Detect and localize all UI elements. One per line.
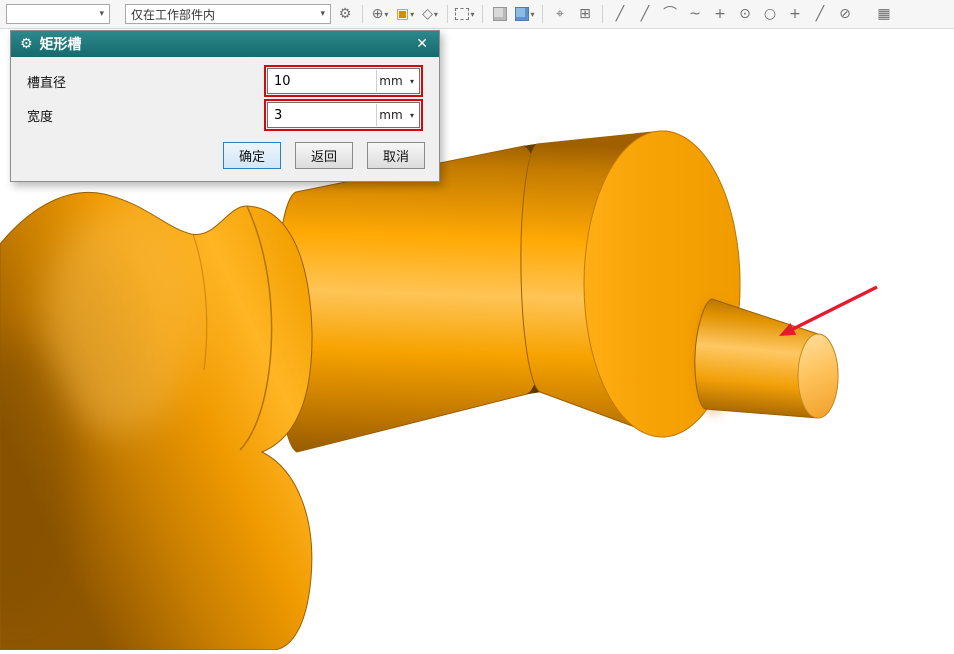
width-row: 宽度 mm ▾ — [17, 98, 433, 132]
annotation-arrow — [779, 285, 878, 336]
groove-diameter-unit-select[interactable]: mm — [375, 70, 405, 92]
chevron-down-icon: ▾ — [470, 9, 475, 19]
snap-point-icon[interactable]: ⊕ ▾ — [369, 3, 391, 25]
dialog-title: 矩形槽 — [39, 37, 82, 53]
orient-icon[interactable]: ⌖ — [549, 3, 571, 25]
chevron-down-icon[interactable]: ▾ — [405, 77, 419, 86]
toolbar-separator — [602, 5, 603, 23]
circle-center-icon[interactable]: ⊙ — [734, 3, 756, 25]
chevron-down-icon[interactable]: ▾ — [405, 111, 419, 120]
toolbar: ▾ 仅在工作部件内 ▾ ⚙ ⊕ ▾ ▣ ▾ ◇ ▾ ▾ ▾ ⌖ ⊞ ╱ ╱ ⌒ … — [0, 0, 954, 29]
close-icon[interactable]: ✕ — [414, 36, 430, 52]
shaft-model[interactable] — [0, 130, 839, 651]
width-unit-select[interactable]: mm — [375, 104, 405, 126]
arc-icon[interactable]: ⌒ — [659, 3, 681, 25]
gear-icon: ⚙ — [20, 36, 33, 52]
snap-gear-icon[interactable]: ⚙ — [334, 3, 356, 25]
toolbar-separator — [482, 5, 483, 23]
groove-diameter-label: 槽直径 — [27, 75, 67, 91]
groove-diameter-row: 槽直径 mm ▾ — [17, 64, 433, 98]
ok-button[interactable]: 确定 — [223, 142, 281, 169]
point-icon[interactable]: + — [709, 3, 731, 25]
groove-diameter-field: mm ▾ — [266, 68, 420, 94]
width-label: 宽度 — [27, 109, 54, 125]
dialog-titlebar[interactable]: ⚙ 矩形槽 ✕ — [11, 31, 439, 57]
shaft-end-face[interactable] — [797, 333, 839, 419]
no-snap-icon[interactable]: ⊘ — [834, 3, 856, 25]
rectangular-groove-dialog: ⚙ 矩形槽 ✕ 槽直径 mm ▾ 宽度 mm ▾ — [10, 30, 440, 182]
dialog-body: 槽直径 mm ▾ 宽度 mm ▾ 确定 返回 取消 — [11, 57, 439, 181]
slash-icon[interactable]: ╱ — [809, 3, 831, 25]
chevron-down-icon: ▾ — [410, 9, 415, 19]
shading-highlight — [45, 205, 195, 435]
cube-blue-icon[interactable]: ▾ — [514, 3, 536, 25]
selection-scope-combo[interactable]: ▾ — [6, 4, 110, 24]
shaft-mid-cylinder[interactable] — [275, 145, 548, 453]
handles-icon[interactable]: ⊞ — [574, 3, 596, 25]
width-input[interactable] — [267, 104, 376, 126]
plus-icon[interactable]: + — [784, 3, 806, 25]
chevron-down-icon: ▾ — [530, 9, 535, 19]
spline-icon[interactable]: ~ — [684, 3, 706, 25]
annotation-highlight-box: mm ▾ — [263, 99, 423, 131]
toolbar-separator — [542, 5, 543, 23]
grid-icon[interactable]: ▦ — [873, 3, 895, 25]
circle-icon[interactable]: ○ — [759, 3, 781, 25]
chevron-down-icon: ▾ — [433, 9, 438, 19]
groove-diameter-input[interactable] — [267, 70, 376, 92]
back-button[interactable]: 返回 — [295, 142, 353, 169]
toolbar-separator — [362, 5, 363, 23]
datum-icon[interactable]: ◇ ▾ — [419, 3, 441, 25]
selection-filter-value: 仅在工作部件内 — [131, 7, 216, 22]
annotation-highlight-box: mm ▾ — [263, 65, 423, 97]
work-plane-icon[interactable]: ▣ ▾ — [394, 3, 416, 25]
width-field: mm ▾ — [266, 102, 420, 128]
selection-filter-combo[interactable]: 仅在工作部件内 ▾ — [125, 4, 331, 24]
chevron-down-icon: ▾ — [384, 9, 389, 19]
cancel-button[interactable]: 取消 — [367, 142, 425, 169]
chevron-down-icon: ▾ — [320, 9, 325, 19]
selection-rect-icon[interactable]: ▾ — [454, 3, 476, 25]
line2-icon[interactable]: ╱ — [634, 3, 656, 25]
line-icon[interactable]: ╱ — [609, 3, 631, 25]
dialog-buttons: 确定 返回 取消 — [17, 132, 433, 171]
chevron-down-icon: ▾ — [99, 9, 104, 19]
toolbar-separator — [447, 5, 448, 23]
cube-gray-icon[interactable] — [489, 3, 511, 25]
